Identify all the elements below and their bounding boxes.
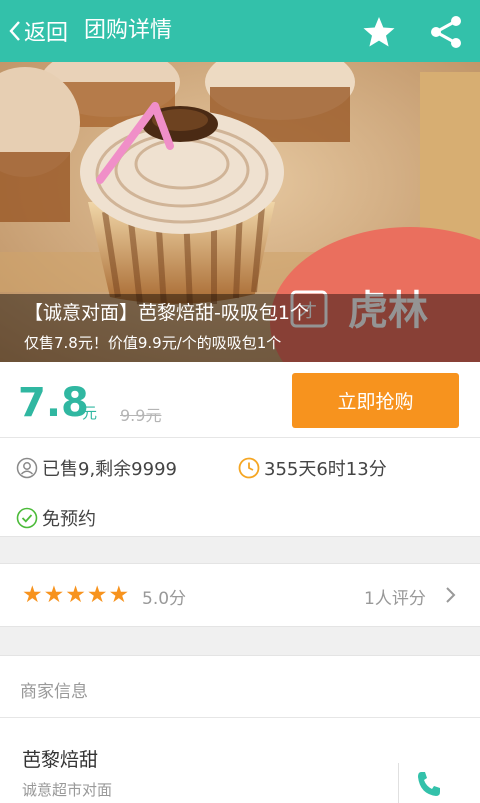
price-row: 7.8 元 9.9元 立即抢购: [0, 362, 480, 438]
divider: [398, 763, 399, 803]
buy-now-button[interactable]: 立即抢购: [292, 373, 459, 428]
page-title: 团购详情: [84, 18, 173, 43]
star-icon: ★: [43, 582, 65, 608]
top-bar: 返回 团购详情: [0, 0, 480, 62]
rating-stars: ★ ★ ★ ★ ★: [22, 582, 130, 608]
phone-icon[interactable]: [414, 769, 444, 799]
back-label: 返回: [24, 21, 69, 46]
star-icon: ★: [108, 582, 130, 608]
no-reservation: 免预约: [16, 505, 96, 531]
star-icon[interactable]: [362, 15, 396, 49]
rating-score: 5.0分: [142, 589, 187, 609]
review-count: 1人评分: [364, 589, 426, 609]
chevron-left-icon: [9, 21, 20, 41]
product-subtitle: 仅售7.8元！价值9.9元/个的吸吸包1个: [24, 334, 282, 352]
star-icon: ★: [22, 582, 43, 608]
chevron-right-icon: [446, 587, 456, 603]
price-unit: 元: [82, 404, 98, 422]
section-title: 商家信息: [20, 682, 88, 702]
section-spacer: [0, 536, 480, 564]
sold-count: 已售9,剩余9999: [16, 455, 177, 481]
no-reservation-text: 免预约: [42, 509, 96, 530]
star-icon: ★: [65, 582, 86, 608]
sold-text: 已售9,剩余9999: [42, 459, 177, 480]
product-title: 【诚意对面】芭黎焙甜-吸吸包1个: [24, 302, 309, 324]
countdown-text: 355天6时13分: [264, 459, 387, 480]
deal-info: 已售9,剩余9999 355天6时13分 免预约: [0, 439, 480, 536]
star-icon: ★: [86, 582, 108, 608]
share-icon[interactable]: [428, 15, 464, 49]
original-price: 9.9元: [120, 406, 162, 425]
merchant-name: 芭黎焙甜: [22, 749, 99, 771]
check-circle-icon: [16, 507, 38, 529]
back-button[interactable]: 返回: [8, 14, 68, 48]
user-icon: [16, 457, 38, 479]
product-image[interactable]: 才 虎林 【诚意对面】芭黎焙甜-吸吸包1个 仅售7.8元！价值9.9元/个的吸吸…: [0, 62, 480, 362]
countdown: 355天6时13分: [238, 455, 387, 481]
rating-row[interactable]: ★ ★ ★ ★ ★ 5.0分 1人评分: [0, 564, 480, 626]
merchant-card[interactable]: 芭黎焙甜 诚意超市对面: [0, 719, 480, 803]
merchant-address: 诚意超市对面: [22, 781, 113, 799]
current-price: 7.8: [18, 380, 89, 426]
section-spacer: [0, 626, 480, 656]
clock-icon: [238, 457, 260, 479]
merchant-section-header: 商家信息: [0, 656, 480, 718]
